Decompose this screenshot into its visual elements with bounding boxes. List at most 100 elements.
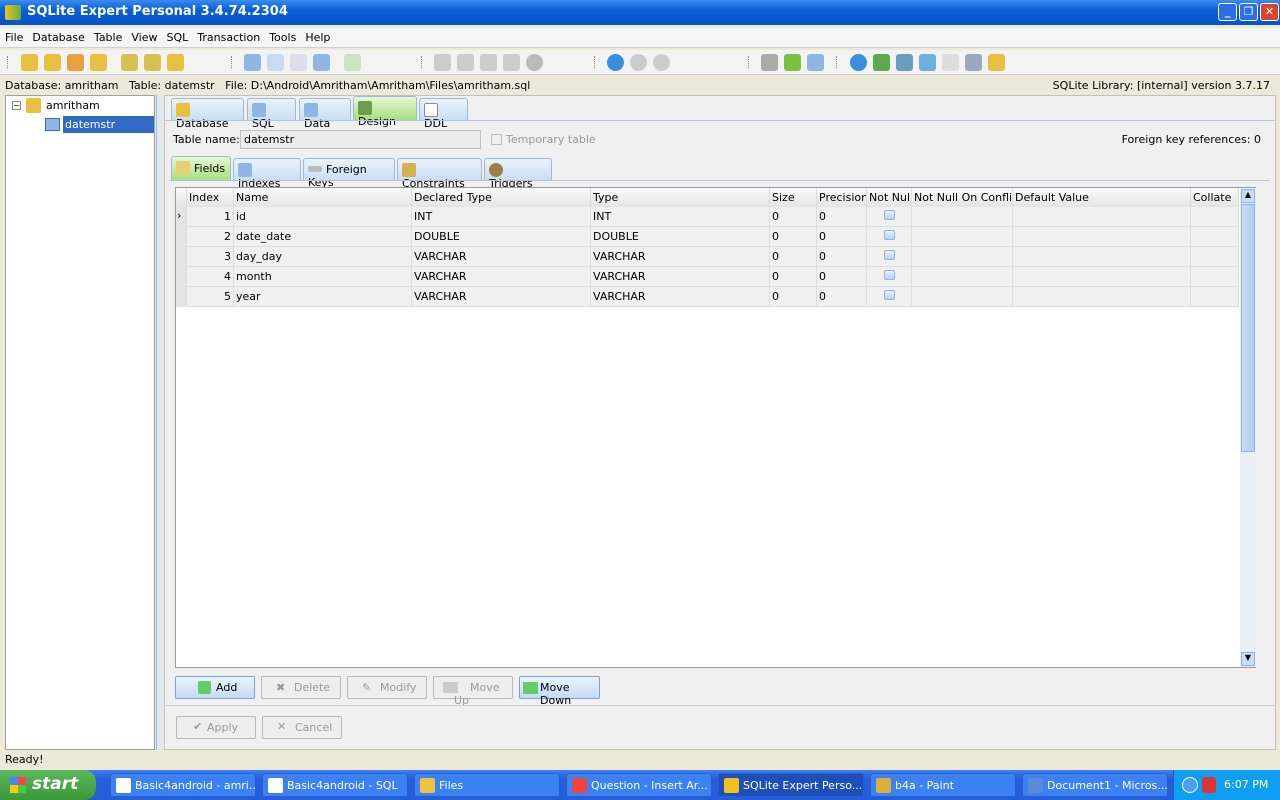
text-icon[interactable] xyxy=(267,54,284,71)
column-header[interactable]: Not Null xyxy=(867,188,912,208)
precision-cell[interactable]: 0 xyxy=(817,207,867,227)
size-cell[interactable]: 0 xyxy=(770,207,817,227)
not-null-checkbox[interactable] xyxy=(883,270,895,280)
move-up-button[interactable]: Move Up xyxy=(433,676,513,707)
modify-button[interactable]: ✎ Modify xyxy=(347,676,427,699)
table-row[interactable]: 3 day_day VARCHAR VARCHAR 0 0 xyxy=(176,247,1239,267)
about-icon[interactable] xyxy=(988,54,1005,71)
commit-icon[interactable] xyxy=(630,54,647,71)
subtab-indexes[interactable]: Indexes xyxy=(233,158,301,190)
subtab-fields[interactable]: Fields xyxy=(171,156,231,180)
add-button[interactable]: Add xyxy=(175,676,255,699)
taskbar-item[interactable]: b4a - Paint xyxy=(870,773,1016,797)
new-table-icon[interactable] xyxy=(244,54,261,71)
not-null-cell[interactable] xyxy=(867,207,912,227)
declared-type-cell[interactable]: DOUBLE xyxy=(412,227,591,247)
not-null-cell[interactable] xyxy=(867,287,912,307)
tree-item-table[interactable]: datemstr xyxy=(63,116,154,133)
rollback-icon[interactable] xyxy=(653,54,670,71)
toolbar-grip[interactable] xyxy=(421,56,424,68)
menu-database[interactable]: Database xyxy=(27,28,89,44)
window-icon[interactable] xyxy=(807,54,824,71)
tab-sql[interactable]: SQL xyxy=(247,98,296,130)
stop-icon[interactable] xyxy=(526,54,543,71)
subtab-foreign-keys[interactable]: Foreign Keys xyxy=(303,158,395,189)
name-cell[interactable]: day_day xyxy=(234,247,412,267)
not-null-checkbox[interactable] xyxy=(883,250,895,260)
declared-type-cell[interactable]: VARCHAR xyxy=(412,287,591,307)
column-header[interactable]: Index xyxy=(187,188,234,208)
subtab-constraints[interactable]: Constraints xyxy=(397,158,482,190)
cancel-button[interactable]: ✕ Cancel xyxy=(262,716,342,739)
table-row[interactable]: 5 year VARCHAR VARCHAR 0 0 xyxy=(176,287,1239,307)
taskbar-item[interactable]: Question - Insert Ar... xyxy=(566,773,712,797)
sql-icon[interactable] xyxy=(434,54,451,71)
taskbar-item[interactable]: Document1 - Micros... xyxy=(1022,773,1168,797)
not-null-on-conflict-cell[interactable] xyxy=(912,207,1013,227)
help-icon[interactable] xyxy=(850,54,867,71)
begin-transaction-icon[interactable] xyxy=(607,54,624,71)
column-header[interactable]: Name xyxy=(234,188,412,208)
index-cell[interactable]: 5 xyxy=(187,287,234,307)
name-cell[interactable]: month xyxy=(234,267,412,287)
menu-help[interactable]: Help xyxy=(300,28,334,44)
edit-icon[interactable] xyxy=(919,54,936,71)
collate-cell[interactable] xyxy=(1191,207,1239,227)
type-cell[interactable]: INT xyxy=(591,207,770,227)
row-indicator[interactable] xyxy=(176,227,187,247)
register-icon[interactable] xyxy=(965,54,982,71)
not-null-checkbox[interactable] xyxy=(883,290,895,300)
menu-file[interactable]: File xyxy=(0,28,27,44)
default-value-cell[interactable] xyxy=(1013,227,1191,247)
column-header[interactable]: Default Value xyxy=(1013,188,1191,208)
declared-type-cell[interactable]: VARCHAR xyxy=(412,247,591,267)
table-row[interactable]: 2 date_date DOUBLE DOUBLE 0 0 xyxy=(176,227,1239,247)
collate-cell[interactable] xyxy=(1191,247,1239,267)
menu-table[interactable]: Table xyxy=(89,28,126,44)
taskbar-item[interactable]: Files xyxy=(414,773,560,797)
collate-cell[interactable] xyxy=(1191,287,1239,307)
index-cell[interactable]: 4 xyxy=(187,267,234,287)
subtab-triggers[interactable]: Triggers xyxy=(484,158,552,190)
home-icon[interactable] xyxy=(873,54,890,71)
sql-icon[interactable] xyxy=(480,54,497,71)
mail-icon[interactable] xyxy=(942,54,959,71)
taskbar-item[interactable]: SQLite Expert Perso... xyxy=(718,773,864,797)
refresh-icon[interactable] xyxy=(290,54,307,71)
index-cell[interactable]: 3 xyxy=(187,247,234,267)
tree-item-database[interactable]: amritham xyxy=(46,99,100,112)
type-cell[interactable]: DOUBLE xyxy=(591,227,770,247)
default-value-cell[interactable] xyxy=(1013,207,1191,227)
type-cell[interactable]: VARCHAR xyxy=(591,247,770,267)
delete-button[interactable]: ✖ Delete xyxy=(261,676,341,699)
size-cell[interactable]: 0 xyxy=(770,247,817,267)
toolbar-grip[interactable] xyxy=(7,56,10,68)
new-database-icon[interactable] xyxy=(21,54,38,71)
database-settings-icon[interactable] xyxy=(90,54,107,71)
maximize-button[interactable]: ❐ xyxy=(1239,3,1258,21)
menu-transaction[interactable]: Transaction xyxy=(192,28,264,44)
name-cell[interactable]: date_date xyxy=(234,227,412,247)
backup-icon[interactable] xyxy=(121,54,138,71)
collapse-icon[interactable]: − xyxy=(12,101,21,110)
collate-cell[interactable] xyxy=(1191,267,1239,287)
declared-type-cell[interactable]: INT xyxy=(412,207,591,227)
sql-icon[interactable] xyxy=(457,54,474,71)
scroll-thumb[interactable] xyxy=(1241,204,1255,452)
tab-data[interactable]: Data xyxy=(299,98,351,130)
default-value-cell[interactable] xyxy=(1013,287,1191,307)
column-header[interactable]: Declared Type xyxy=(412,188,591,208)
size-cell[interactable]: 0 xyxy=(770,267,817,287)
not-null-on-conflict-cell[interactable] xyxy=(912,247,1013,267)
not-null-cell[interactable] xyxy=(867,267,912,287)
row-indicator[interactable] xyxy=(176,287,187,307)
splitter[interactable] xyxy=(156,95,162,750)
precision-cell[interactable]: 0 xyxy=(817,247,867,267)
index-cell[interactable]: 1 xyxy=(187,207,234,227)
not-null-on-conflict-cell[interactable] xyxy=(912,267,1013,287)
column-header[interactable]: Size xyxy=(770,188,817,208)
scroll-down-icon[interactable]: ▼ xyxy=(1241,652,1255,666)
tab-database[interactable]: Database xyxy=(171,98,244,130)
tray-expand-icon[interactable] xyxy=(1182,777,1198,793)
export-icon[interactable] xyxy=(167,54,184,71)
